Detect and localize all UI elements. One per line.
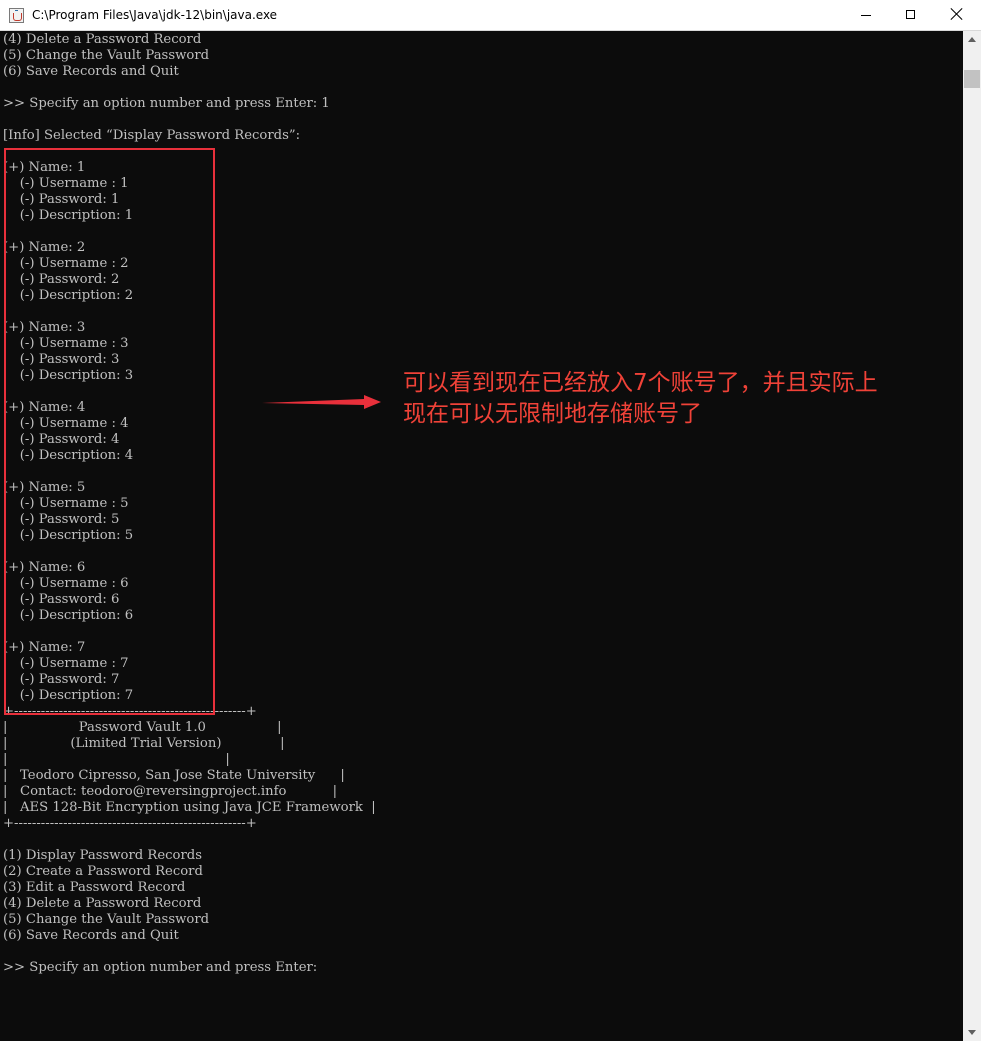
annotation-line-1: 可以看到现在已经放入7个账号了，并且实际上 <box>403 370 878 396</box>
minimize-icon <box>861 15 871 16</box>
console-line: (4) Delete a Password Record <box>3 32 202 47</box>
maximize-button[interactable] <box>888 0 934 30</box>
annotation-note: 可以看到现在已经放入7个账号了，并且实际上 现在可以无限制地存储账号了 <box>403 368 973 430</box>
scroll-down-button[interactable] <box>963 1024 981 1041</box>
maximize-icon <box>906 10 915 19</box>
console-line: +---------------------------------------… <box>3 816 257 831</box>
close-button[interactable] <box>934 0 980 30</box>
console-line: (3) Edit a Password Record <box>3 880 186 895</box>
records-highlight-box <box>4 148 215 715</box>
console-line: | | <box>3 752 230 767</box>
console-line: >> Specify an option number and press En… <box>3 960 318 975</box>
console-line: (6) Save Records and Quit <box>3 928 179 943</box>
scroll-down-arrow-icon <box>968 1030 976 1035</box>
java-app-icon[interactable] <box>9 8 24 23</box>
console-line: [Info] Selected “Display Password Record… <box>3 128 301 143</box>
console-line: (5) Change the Vault Password <box>3 912 210 927</box>
window-title: C:\Program Files\Java\jdk-12\bin\java.ex… <box>32 8 278 22</box>
console-line: | (Limited Trial Version) | <box>3 736 285 751</box>
title-bar[interactable]: C:\Program Files\Java\jdk-12\bin\java.ex… <box>0 0 981 31</box>
vertical-scrollbar[interactable] <box>963 31 981 1041</box>
console-line: >> Specify an option number and press En… <box>3 96 330 111</box>
console-line: (6) Save Records and Quit <box>3 64 179 79</box>
console-line: | AES 128-Bit Encryption using Java JCE … <box>3 800 376 815</box>
console-line: (1) Display Password Records <box>3 848 203 863</box>
scroll-thumb[interactable] <box>964 70 980 88</box>
scroll-up-button[interactable] <box>963 31 981 48</box>
minimize-button[interactable] <box>843 0 889 30</box>
console-line: | Teodoro Cipresso, San Jose State Unive… <box>3 768 345 783</box>
console-line: (4) Delete a Password Record <box>3 896 202 911</box>
annotation-line-2: 现在可以无限制地存储账号了 <box>403 401 702 427</box>
close-icon <box>950 7 964 21</box>
console-line: | Password Vault 1.0 | <box>3 720 282 735</box>
console-line: | Contact: teodoro@reversingproject.info… <box>3 784 338 799</box>
scroll-up-arrow-icon <box>968 37 976 42</box>
annotation-arrow-icon <box>262 395 381 409</box>
console-line: (5) Change the Vault Password <box>3 48 210 63</box>
console-line: (2) Create a Password Record <box>3 864 203 879</box>
